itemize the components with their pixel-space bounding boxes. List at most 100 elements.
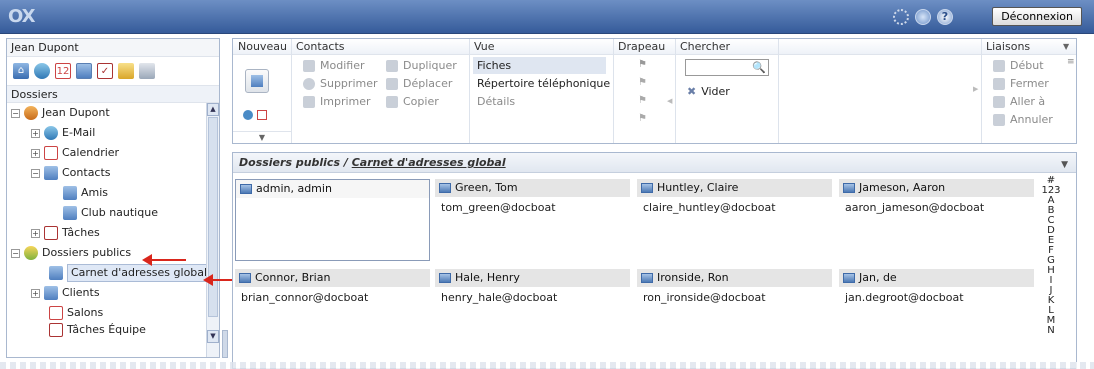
collapse-icon[interactable]: − [31, 168, 40, 178]
delete-label: Supprimer [320, 77, 378, 90]
duplicate-button[interactable]: Dupliquer [386, 57, 457, 74]
scroll-down-icon[interactable]: ▼ [207, 330, 219, 343]
new-appointment-icon[interactable] [257, 110, 267, 120]
logout-button[interactable]: Déconnexion [992, 7, 1082, 26]
contact-card[interactable]: Jan, de jan.degroot@docboat [839, 269, 1034, 351]
search-input[interactable]: 🔍 [685, 59, 769, 76]
links-overflow-icon[interactable]: ≡ [1067, 57, 1075, 67]
copy-icon [386, 95, 398, 108]
view-details-option[interactable]: Détails [477, 93, 515, 110]
link-goto-button[interactable]: Aller à [993, 93, 1045, 110]
tree-item-label: Tâches [62, 226, 100, 239]
refresh-icon[interactable] [915, 9, 931, 25]
flag-icon[interactable]: ⚑ [638, 113, 647, 124]
collapse-icon[interactable]: − [11, 248, 20, 258]
contact-name: Green, Tom [455, 181, 518, 194]
links-menu-chevron-icon[interactable]: ▼ [1063, 42, 1069, 51]
tree-item-taches[interactable]: + Tâches [31, 223, 100, 243]
scrollbar-thumb[interactable] [208, 117, 218, 317]
expand-icon[interactable]: + [31, 128, 40, 138]
tree-item-email[interactable]: + E-Mail [31, 123, 95, 143]
search-icon[interactable]: 🔍 [752, 61, 766, 74]
alpha-index-item[interactable]: N [1041, 326, 1061, 336]
breadcrumb-root[interactable]: Dossiers publics [239, 156, 340, 169]
contact-card-title: Ironside, Ron [637, 269, 832, 287]
contact-email: aaron_jameson@docboat [845, 201, 985, 214]
link-start-button[interactable]: Début [993, 57, 1044, 74]
link-cancel-button[interactable]: Annuler [993, 111, 1053, 128]
mail-icon[interactable] [34, 63, 50, 79]
link-start-icon [993, 59, 1005, 72]
contact-card[interactable]: Hale, Henry henry_hale@docboat [435, 269, 630, 351]
scroll-up-icon[interactable]: ▲ [207, 103, 219, 116]
clear-icon: ✖ [687, 85, 697, 98]
calendar-icon[interactable]: 12 [55, 63, 71, 79]
help-icon[interactable]: ? [937, 9, 953, 25]
tree-item-clients[interactable]: + Clients [31, 283, 100, 303]
contact-card[interactable]: admin, admin [235, 179, 430, 261]
toolbar-expand-icon[interactable]: ▼ [233, 131, 291, 143]
panel-splitter[interactable] [222, 330, 228, 358]
tree-item-contacts[interactable]: − Contacts [31, 163, 111, 183]
contact-card[interactable]: Connor, Brian brian_connor@docboat [235, 269, 430, 351]
tree-scrollbar[interactable]: ▲ ▼ [206, 103, 219, 357]
contact-card-title: admin, admin [236, 180, 429, 198]
alphabet-index: # 123 A B C D E F G H I J K L M N [1041, 176, 1061, 336]
contact-card[interactable]: Huntley, Claire claire_huntley@docboat [637, 179, 832, 261]
link-close-label: Fermer [1010, 77, 1049, 90]
move-button[interactable]: Déplacer [386, 75, 452, 92]
toolbar-divider [778, 39, 779, 143]
new-contact-button[interactable] [245, 69, 269, 93]
tree-item-label: Calendrier [62, 146, 120, 159]
flag-clear-icon[interactable]: ⚑ [638, 59, 647, 70]
print-button[interactable]: Imprimer [303, 93, 371, 110]
tree-item-calendrier[interactable]: + Calendrier [31, 143, 119, 163]
copy-button[interactable]: Copier [386, 93, 439, 110]
toolbar-divider [981, 39, 982, 143]
contact-email: tom_green@docboat [441, 201, 556, 214]
collapse-icon[interactable]: − [11, 108, 20, 118]
contacts-folder-icon [63, 186, 77, 200]
home-icon[interactable]: ⌂ [13, 63, 29, 79]
contact-card[interactable]: Ironside, Ron ron_ironside@docboat [637, 269, 832, 351]
scroll-left-icon[interactable]: ◀ [667, 97, 672, 105]
tree-item-dossiers-publics[interactable]: − Dossiers publics [11, 243, 131, 263]
tree-item-club-nautique[interactable]: Club nautique [63, 203, 158, 223]
tree-item-amis[interactable]: Amis [63, 183, 108, 203]
contacts-icon[interactable] [76, 63, 92, 79]
flag-icon[interactable]: ⚑ [638, 95, 647, 106]
print-label: Imprimer [320, 95, 371, 108]
clear-search-button[interactable]: ✖ Vider [687, 83, 730, 100]
expand-icon[interactable]: + [31, 288, 40, 298]
expand-icon[interactable]: + [31, 228, 40, 238]
tasks-icon[interactable]: ✓ [97, 63, 113, 79]
contact-name: Hale, Henry [455, 271, 520, 284]
projects-icon[interactable] [139, 63, 155, 79]
delete-button[interactable]: Supprimer [303, 75, 378, 92]
expand-icon[interactable]: + [31, 148, 40, 158]
contact-card[interactable]: Jameson, Aaron aaron_jameson@docboat [839, 179, 1034, 261]
scroll-right-icon[interactable]: ▶ [973, 85, 978, 93]
new-contact-icon [251, 75, 263, 87]
edit-button[interactable]: Modifier [303, 57, 364, 74]
contact-email: claire_huntley@docboat [643, 201, 776, 214]
contact-card[interactable]: Green, Tom tom_green@docboat [435, 179, 630, 261]
panel-menu-chevron-icon[interactable]: ▼ [1061, 155, 1068, 175]
move-icon [386, 77, 398, 90]
breadcrumb: Dossiers publics / Carnet d'adresses glo… [233, 153, 1076, 173]
new-mail-icon[interactable] [243, 110, 253, 120]
infostore-icon[interactable] [118, 63, 134, 79]
copy-label: Copier [403, 95, 439, 108]
tree-item-taches-equipe[interactable]: Tâches Équipe [49, 323, 146, 337]
breadcrumb-current[interactable]: Carnet d'adresses global [352, 156, 506, 169]
tree-item-jean-dupont[interactable]: − Jean Dupont [11, 103, 110, 123]
contact-name: Huntley, Claire [657, 181, 739, 194]
view-phonebook-option[interactable]: Répertoire téléphonique [477, 75, 610, 92]
contact-email: jan.degroot@docboat [845, 291, 964, 304]
tree-item-label: Clients [62, 286, 100, 299]
flag-icon[interactable]: ⚑ [638, 77, 647, 88]
tree-item-carnet-adresses-global[interactable]: Carnet d'adresses global [49, 263, 212, 283]
link-close-button[interactable]: Fermer [993, 75, 1049, 92]
view-cards-option[interactable]: Fiches [473, 57, 606, 74]
tree-item-salons[interactable]: Salons [49, 303, 103, 323]
